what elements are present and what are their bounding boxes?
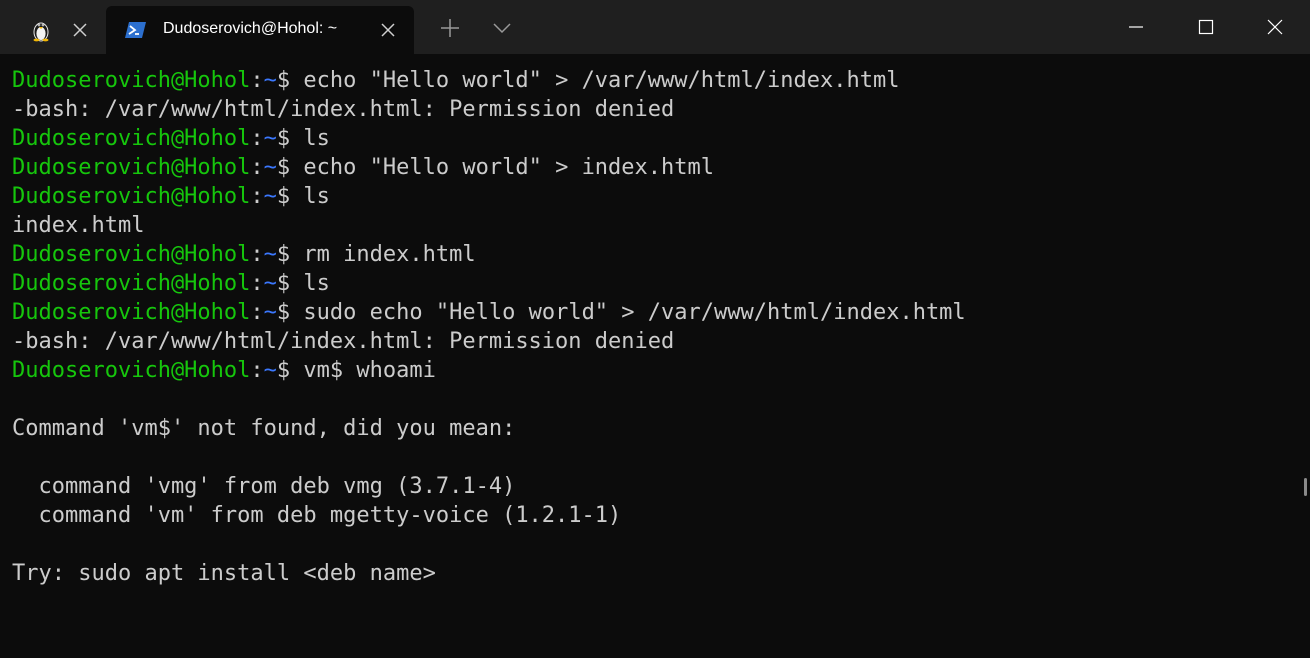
terminal-output[interactable]: Dudoserovich@Hohol:~$ echo "Hello world"…: [0, 54, 1310, 658]
prompt-symbol: $: [276, 271, 291, 296]
command-text: ls: [290, 126, 330, 151]
prompt-path: ~: [263, 242, 277, 267]
prompt-user: Dudoserovich@Hohol: [12, 300, 251, 325]
output-line: [12, 530, 966, 559]
maximize-icon[interactable]: [1189, 10, 1223, 44]
prompt-path: ~: [263, 271, 277, 296]
output-line: Try: sudo apt install <deb name>: [12, 561, 436, 586]
command-text: ls: [290, 271, 330, 296]
prompt-line: Dudoserovich@Hohol:~$ vm$ whoami: [12, 356, 966, 385]
prompt-separator: :: [250, 68, 264, 93]
prompt-line: Dudoserovich@Hohol:~$ rm index.html: [12, 240, 966, 269]
prompt-separator: :: [250, 126, 264, 151]
prompt-symbol: $: [276, 155, 291, 180]
command-text: vm$ whoami: [290, 358, 436, 383]
prompt-line: Dudoserovich@Hohol:~$ sudo echo "Hello w…: [12, 298, 966, 327]
prompt-separator: :: [250, 242, 264, 267]
prompt-separator: :: [250, 184, 264, 209]
prompt-symbol: $: [276, 184, 291, 209]
prompt-symbol: $: [276, 300, 291, 325]
prompt-line: Dudoserovich@Hohol:~$ ls: [12, 182, 966, 211]
close-window-icon[interactable]: [1258, 10, 1292, 44]
prompt-line: Dudoserovich@Hohol:~$ echo "Hello world"…: [12, 66, 966, 95]
prompt-path: ~: [263, 126, 277, 151]
command-text: echo "Hello world" > /var/www/html/index…: [290, 68, 900, 93]
prompt-user: Dudoserovich@Hohol: [12, 155, 251, 180]
prompt-line: Dudoserovich@Hohol:~$ ls: [12, 124, 966, 153]
prompt-path: ~: [263, 68, 277, 93]
scrollbar-thumb[interactable]: [1304, 478, 1307, 496]
terminal-lines: Dudoserovich@Hohol:~$ echo "Hello world"…: [12, 66, 966, 588]
prompt-path: ~: [263, 300, 277, 325]
prompt-path: ~: [263, 155, 277, 180]
tab-close-icon[interactable]: [378, 20, 398, 40]
tab-linux[interactable]: [0, 6, 104, 54]
new-tab-plus-icon[interactable]: [436, 14, 464, 42]
command-text: ls: [290, 184, 330, 209]
prompt-symbol: $: [276, 358, 291, 383]
command-text: echo "Hello world" > index.html: [290, 155, 715, 180]
output-line: command 'vmg' from deb vmg (3.7.1-4): [12, 474, 516, 499]
prompt-separator: :: [250, 358, 264, 383]
prompt-separator: :: [250, 155, 264, 180]
output-line: Command 'vm$' not found, did you mean:: [12, 416, 516, 441]
linux-penguin-icon: [33, 22, 49, 42]
prompt-path: ~: [263, 358, 277, 383]
terminal-window: Dudoserovich@Hohol: ~ Dudoserovich@Hohol…: [0, 0, 1310, 658]
output-line: index.html: [12, 213, 145, 238]
prompt-user: Dudoserovich@Hohol: [12, 358, 251, 383]
tab-active-session[interactable]: Dudoserovich@Hohol: ~: [106, 6, 414, 54]
output-line: [12, 443, 966, 472]
title-bar: Dudoserovich@Hohol: ~: [0, 0, 1310, 54]
prompt-user: Dudoserovich@Hohol: [12, 126, 251, 151]
prompt-line: Dudoserovich@Hohol:~$ ls: [12, 269, 966, 298]
chevron-down-icon[interactable]: [488, 14, 516, 42]
output-line: -bash: /var/www/html/index.html: Permiss…: [12, 97, 675, 122]
prompt-user: Dudoserovich@Hohol: [12, 68, 251, 93]
prompt-path: ~: [263, 184, 277, 209]
powershell-icon: [125, 22, 146, 38]
prompt-separator: :: [250, 300, 264, 325]
output-line: command 'vm' from deb mgetty-voice (1.2.…: [12, 503, 622, 528]
tab-close-icon[interactable]: [70, 20, 90, 40]
prompt-line: Dudoserovich@Hohol:~$ echo "Hello world"…: [12, 153, 966, 182]
prompt-user: Dudoserovich@Hohol: [12, 184, 251, 209]
prompt-user: Dudoserovich@Hohol: [12, 271, 251, 296]
prompt-user: Dudoserovich@Hohol: [12, 242, 251, 267]
tab-title: Dudoserovich@Hohol: ~: [163, 20, 338, 37]
minimize-icon[interactable]: [1119, 10, 1153, 44]
output-line: [12, 385, 966, 414]
output-line: -bash: /var/www/html/index.html: Permiss…: [12, 329, 675, 354]
prompt-separator: :: [250, 271, 264, 296]
command-text: sudo echo "Hello world" > /var/www/html/…: [290, 300, 966, 325]
prompt-symbol: $: [276, 68, 291, 93]
prompt-symbol: $: [276, 126, 291, 151]
command-text: rm index.html: [290, 242, 476, 267]
prompt-symbol: $: [276, 242, 291, 267]
